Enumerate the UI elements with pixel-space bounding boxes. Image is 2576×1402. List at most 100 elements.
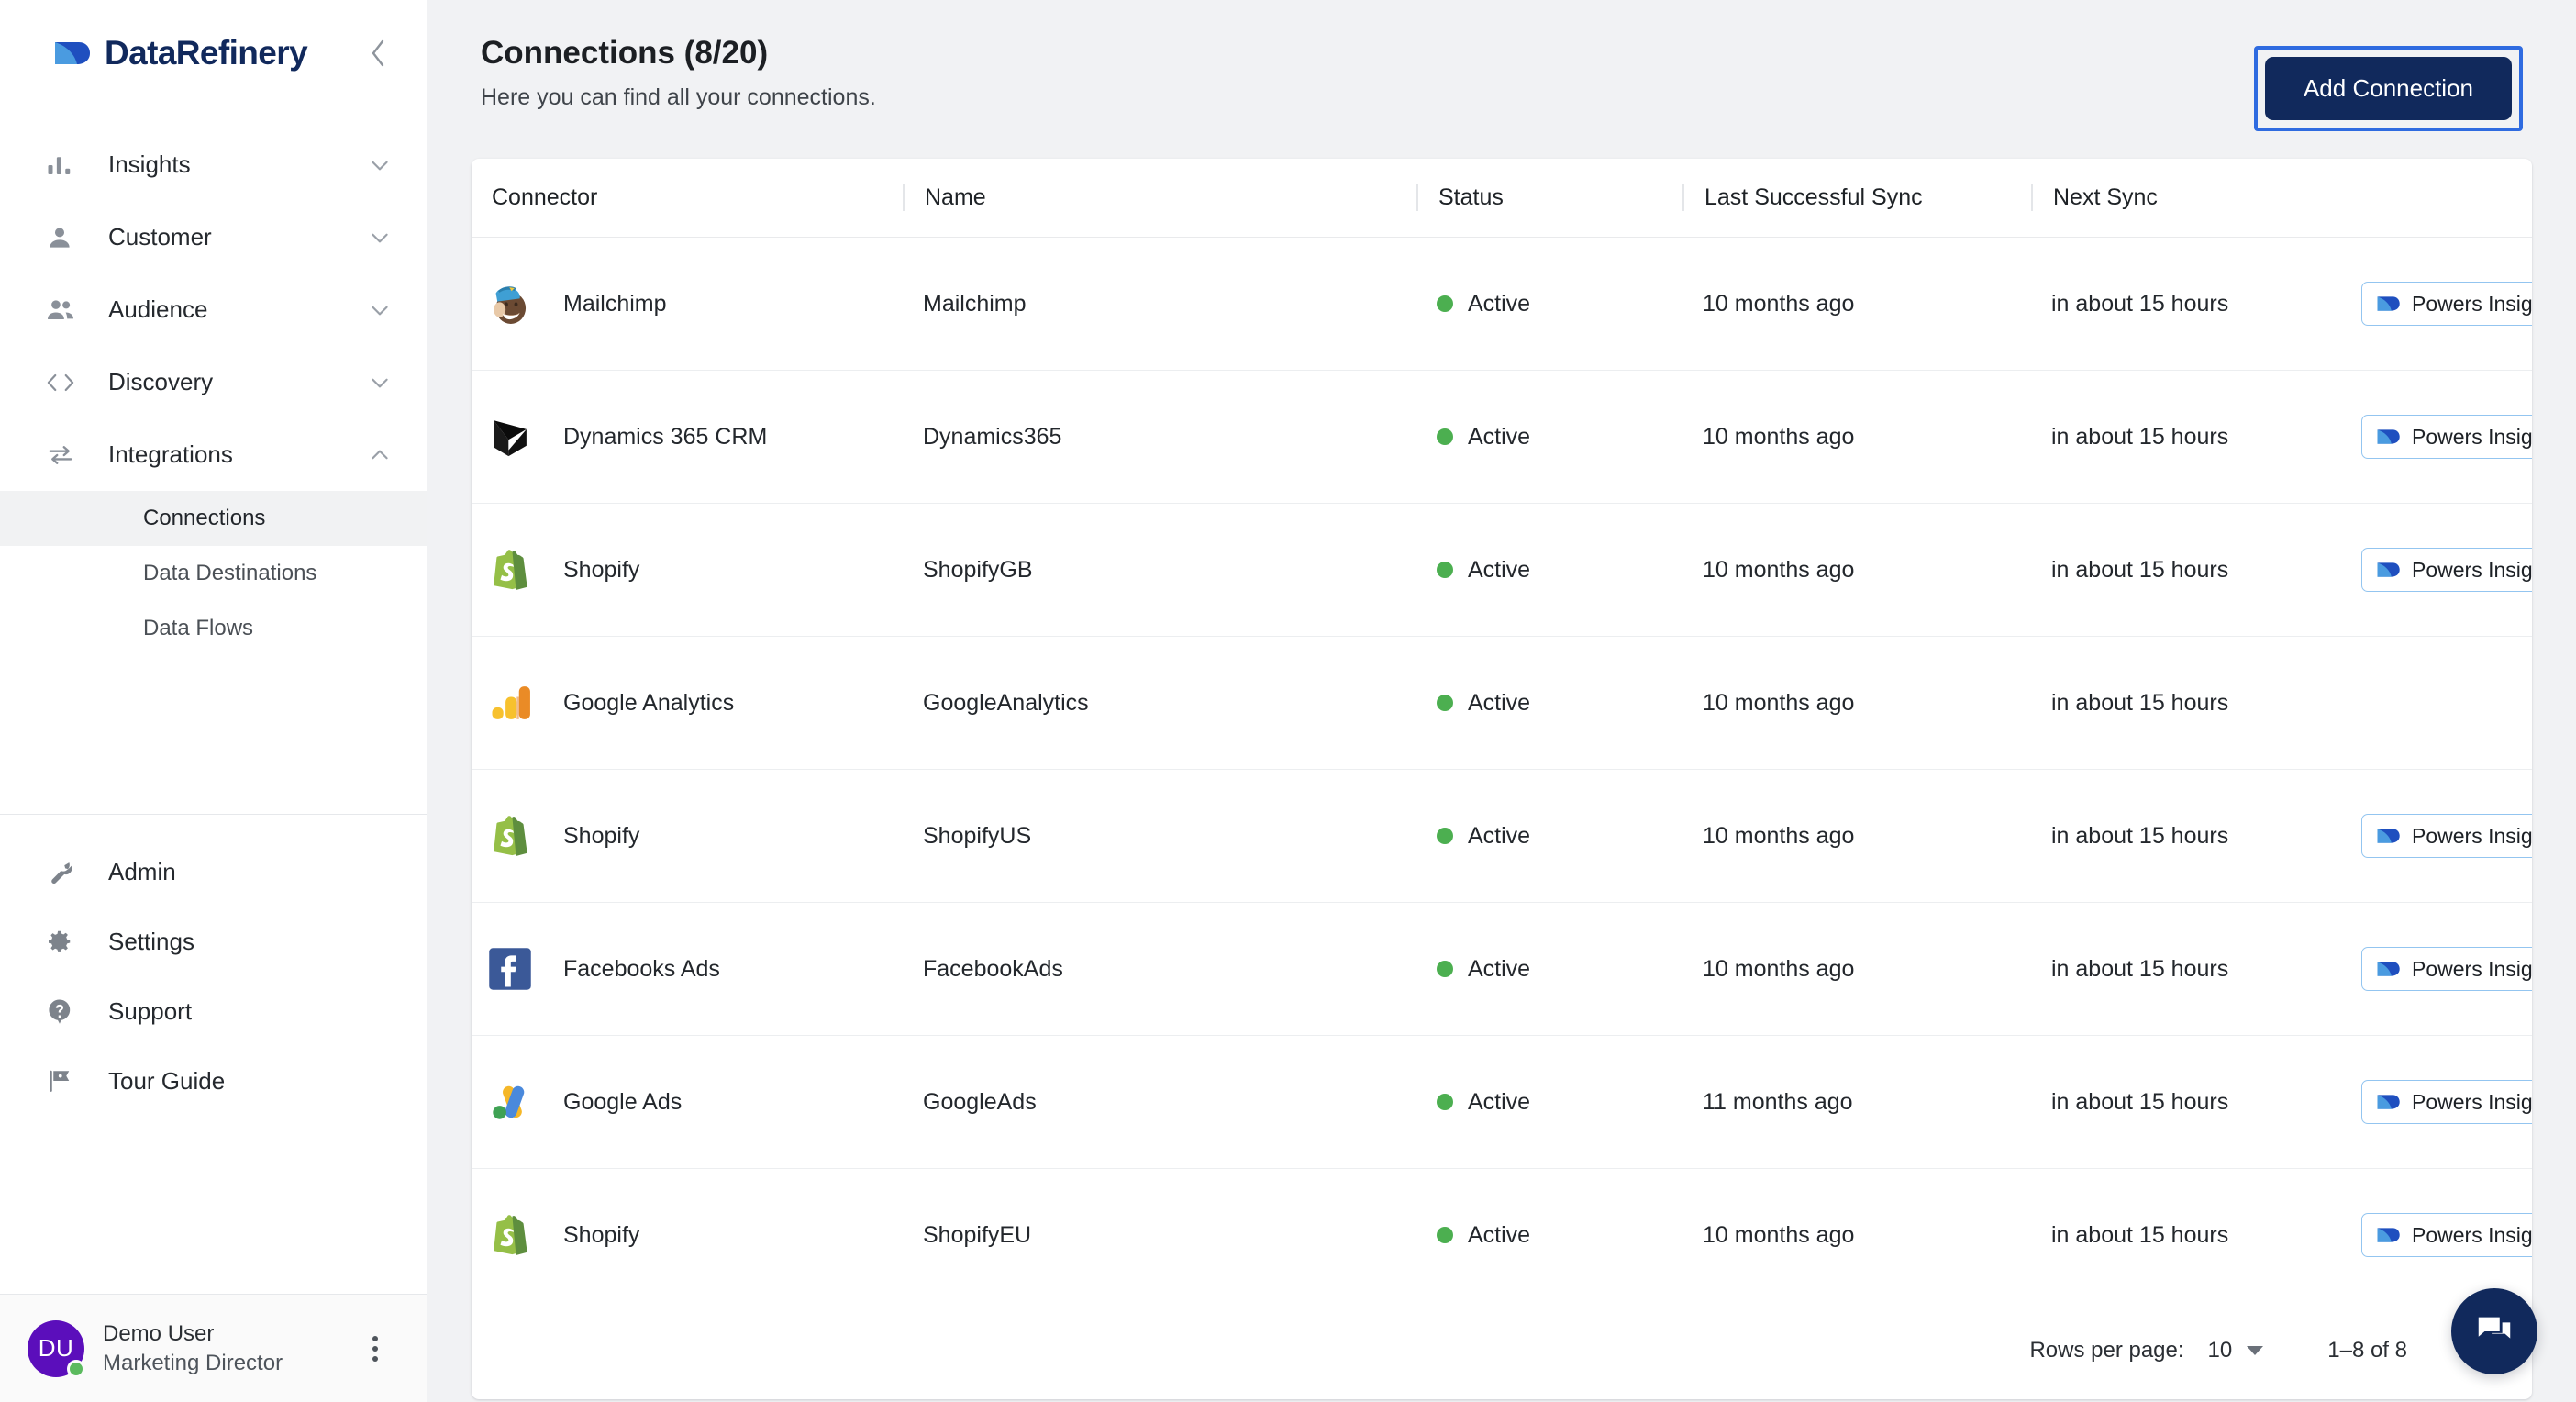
last-sync-value: 10 months ago [1703,556,1855,583]
sidebar-item-integrations[interactable]: Integrations [0,418,427,491]
presence-indicator [67,1359,85,1378]
powers-insights-badge[interactable]: Powers Insights [2361,1080,2532,1124]
add-connection-button[interactable]: Add Connection [2264,57,2512,120]
main-content: Connections (8/20) Here you can find all… [427,0,2576,1402]
table-row[interactable]: Google Analytics GoogleAnalytics Active 10 … [472,636,2532,770]
sidebar-collapse-button[interactable] [361,36,395,71]
shopify-logo [484,810,536,862]
google-ads-logo [484,1076,536,1128]
status-badge: Active [1468,290,1531,317]
table-row[interactable]: Shopify ShopifyEU Active 10 months ago in ab… [472,1169,2532,1302]
status-badge: Active [1468,689,1531,716]
page-header: Connections (8/20) Here you can find all… [472,0,2532,159]
cell-name: ShopifyUS [903,769,1416,903]
sidebar-item-tour-guide[interactable]: Tour Guide [0,1046,427,1116]
sidebar-item-label: Tour Guide [108,1066,226,1095]
cell-last-sync: 10 months ago [1682,636,2031,770]
cell-badge: Powers Insights [2352,769,2532,903]
pagination-bar: Rows per page: 10 1–8 of 8 [472,1302,2532,1399]
sidebar-item-admin[interactable]: Admin [0,837,427,907]
status-badge: Active [1468,1221,1531,1248]
chevron-down-icon [368,226,392,250]
sidebar-item-label: Admin [108,857,176,885]
powers-insights-badge[interactable]: Powers Insights [2361,282,2532,326]
sidebar-item-discovery[interactable]: Discovery [0,346,427,418]
last-sync-value: 10 months ago [1703,955,1855,982]
sidebar-subitem-label: Data Destinations [143,561,317,585]
wrench-icon [46,858,86,885]
cell-name: Mailchimp [903,237,1416,371]
table-row[interactable]: Dynamics 365 CRM Dynamics365 Active 10 mont… [472,370,2532,504]
kebab-menu-icon[interactable] [357,1329,394,1369]
connection-name: ShopifyEU [923,1221,1032,1248]
powers-insights-badge[interactable]: Powers Insights [2361,548,2532,592]
powers-insights-badge[interactable]: Powers Insights [2361,415,2532,459]
status-dot [1437,828,1453,844]
chevron-up-icon [368,443,392,467]
status-badge: Active [1468,1088,1531,1115]
column-header-last-successful-sync: Last Successful Sync [1682,159,2031,238]
user-name: Demo User [103,1320,215,1346]
cell-last-sync: 10 months ago [1682,237,2031,371]
datarefinery-logo-icon [2375,291,2401,317]
status-dot [1437,695,1453,711]
cell-name: GoogleAds [903,1035,1416,1169]
powers-insights-badge[interactable]: Powers Insights [2361,1213,2532,1258]
flag-icon [46,1067,86,1095]
powers-insights-badge[interactable]: Powers Insights [2361,814,2532,858]
sidebar-item-label: Settings [108,927,194,955]
sidebar-item-label: Integrations [108,440,233,468]
sidebar-item-settings[interactable]: Settings [0,907,427,976]
table-row[interactable]: Shopify ShopifyUS Active 10 months ago in ab… [472,769,2532,903]
avatar: DU [28,1319,85,1378]
connection-name: Dynamics365 [923,423,1062,450]
sidebar-subitem-connections[interactable]: Connections [0,491,427,546]
cell-status: Active [1416,237,1682,371]
last-sync-value: 11 months ago [1703,1088,1853,1115]
cell-next-sync: in about 15 hours [2031,902,2352,1036]
sidebar-item-insights[interactable]: Insights [0,128,427,201]
gear-icon [46,928,86,955]
table-row[interactable]: Mailchimp Mailchimp Active 10 months ago in … [472,237,2532,371]
datarefinery-logo-icon [2375,1089,2401,1115]
chat-support-button[interactable] [2451,1288,2537,1374]
sidebar-item-audience[interactable]: Audience [0,273,427,346]
secondary-navigation: Admin Settings Support Tour Guide [0,815,427,1116]
last-sync-value: 10 months ago [1703,423,1855,450]
chevron-down-icon [368,153,392,177]
rows-per-page-label: Rows per page: [2029,1337,2184,1363]
next-sync-value: in about 15 hours [2051,556,2229,583]
cell-badge: Powers Insights [2352,1169,2532,1302]
rows-per-page-select[interactable]: 10 [2208,1338,2264,1363]
cell-name: ShopifyGB [903,503,1416,637]
powers-insights-badge[interactable]: Powers Insights [2361,947,2532,991]
cell-badge: Powers Insights [2352,1035,2532,1169]
sidebar-subitem-data-flows[interactable]: Data Flows [0,601,427,656]
header-actions: Add Connection [2253,35,2532,131]
sidebar-item-support[interactable]: Support [0,976,427,1046]
cell-badge: Powers Insights [2352,237,2532,371]
powers-insights-label: Powers Insights [2412,291,2532,316]
cell-last-sync: 11 months ago [1682,1035,2031,1169]
table-row[interactable]: Shopify ShopifyGB Active 10 months ago in ab… [472,503,2532,637]
column-header-connector: Connector [472,159,903,238]
table-row[interactable]: Google Ads GoogleAds Active 11 months ago in… [472,1035,2532,1169]
cell-badge: Powers Insights [2352,902,2532,1036]
cell-connector: Facebooks Ads [472,902,903,1036]
cell-connector: Google Ads [472,1035,903,1169]
user-profile-card[interactable]: DU Demo User Marketing Director [0,1294,427,1402]
cell-status: Active [1416,636,1682,770]
cell-name: GoogleAnalytics [903,636,1416,770]
cell-status: Active [1416,370,1682,504]
column-header-next-sync: Next Sync [2031,159,2352,238]
brand-name: DataRefinery [105,34,308,72]
person-icon [46,224,86,251]
column-header-status: Status [1416,159,1682,238]
connection-name: GoogleAnalytics [923,689,1089,716]
sidebar-subitem-data-destinations[interactable]: Data Destinations [0,546,427,601]
sidebar-item-customer[interactable]: Customer [0,201,427,273]
cell-next-sync: in about 15 hours [2031,636,2352,770]
table-row[interactable]: Facebooks Ads FacebookAds Active 10 months … [472,902,2532,1036]
primary-navigation: Insights Customer Audience Discovery Int… [0,106,427,656]
app-root: DataRefinery Insights Customer Audience … [0,0,2576,1402]
